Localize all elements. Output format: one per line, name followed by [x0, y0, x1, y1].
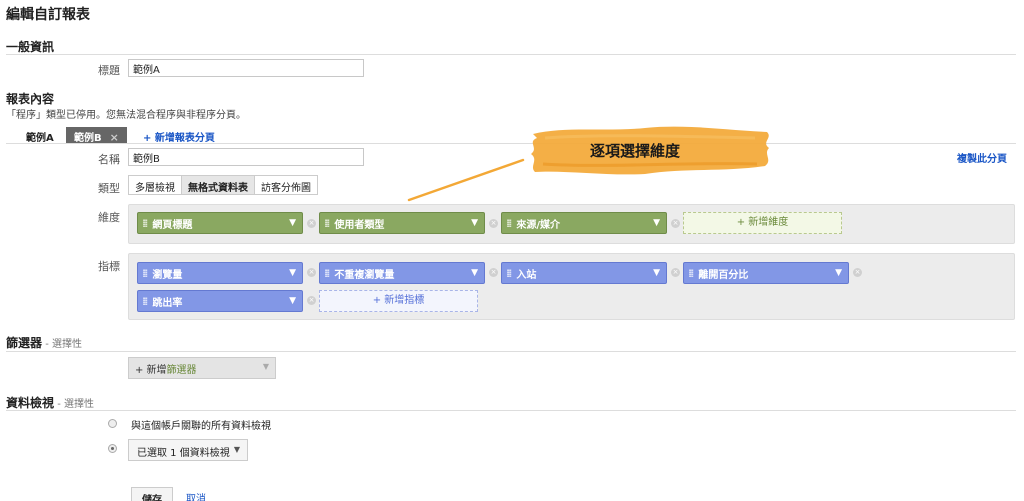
- type-label: 類型: [98, 182, 120, 195]
- metric-name: 瀏覽量: [152, 269, 183, 281]
- type-option-map[interactable]: 訪客分佈圖: [255, 176, 317, 194]
- name-input[interactable]: [128, 148, 364, 166]
- metric-name: 跳出率: [152, 297, 183, 309]
- caret-down-icon: ▼: [262, 362, 269, 371]
- views-heading: 資料檢視 - 選擇性: [6, 394, 94, 411]
- metric-name: 離開百分比: [698, 269, 749, 281]
- views-dropdown-value: 已選取 1 個資料檢視: [137, 448, 230, 459]
- caret-down-icon[interactable]: ▼: [289, 296, 296, 306]
- dimension-chip[interactable]: ⁞⁞ 網頁標題 ▼: [137, 212, 303, 234]
- divider: [6, 54, 1016, 55]
- save-button[interactable]: 儲存: [131, 487, 173, 501]
- all-views-label: 與這個帳戶關聯的所有資料檢視: [131, 421, 271, 432]
- grip-icon[interactable]: ⁞⁞: [506, 217, 513, 230]
- copy-tab-link[interactable]: 複製此分頁: [957, 150, 1007, 165]
- filters-heading: 篩選器 - 選擇性: [6, 334, 82, 351]
- callout-text: 逐項選擇維度: [589, 142, 680, 160]
- cancel-link[interactable]: 取消: [186, 490, 206, 501]
- caret-down-icon: ▼: [233, 445, 240, 454]
- content-heading: 報表內容: [6, 92, 55, 106]
- add-filter-prefix: + 新增: [135, 365, 167, 376]
- dimension-name: 來源/媒介: [516, 219, 561, 231]
- metric-chip[interactable]: ⁞⁞ 瀏覽量 ▼: [137, 262, 303, 284]
- type-option-drilldown[interactable]: 多層檢視: [129, 176, 182, 194]
- name-label: 名稱: [98, 153, 120, 166]
- metric-chip[interactable]: ⁞⁞ 跳出率 ▼: [137, 290, 303, 312]
- remove-icon[interactable]: ×: [671, 268, 680, 277]
- tab-example-b[interactable]: 範例B ×: [66, 127, 127, 144]
- type-selector: 多層檢視 無格式資料表 訪客分佈圖: [128, 175, 318, 195]
- radio-all-views[interactable]: [108, 419, 117, 428]
- add-filter-label: 篩選器: [166, 365, 197, 376]
- divider: [6, 410, 1016, 411]
- dimension-chip[interactable]: ⁞⁞ 使用者類型 ▼: [319, 212, 485, 234]
- remove-icon[interactable]: ×: [671, 219, 680, 228]
- add-tab-link[interactable]: + 新增報表分頁: [143, 129, 215, 144]
- grip-icon[interactable]: ⁞⁞: [688, 267, 695, 280]
- remove-icon[interactable]: ×: [307, 296, 316, 305]
- title-label: 標題: [98, 64, 120, 77]
- add-metric-button[interactable]: + 新增指標: [319, 290, 478, 312]
- dimension-name: 網頁標題: [152, 219, 193, 231]
- views-title: 資料檢視: [6, 396, 55, 410]
- radio-selected-views[interactable]: [108, 444, 117, 453]
- metrics-label: 指標: [98, 260, 120, 273]
- grip-icon[interactable]: ⁞⁞: [142, 267, 149, 280]
- caret-down-icon[interactable]: ▼: [289, 268, 296, 278]
- content-note: 「程序」類型已停用。您無法混合程序與非程序分頁。: [6, 110, 246, 121]
- grip-icon[interactable]: ⁞⁞: [142, 217, 149, 230]
- divider: [6, 143, 1016, 144]
- remove-icon[interactable]: ×: [853, 268, 862, 277]
- dimension-chip[interactable]: ⁞⁞ 來源/媒介 ▼: [501, 212, 667, 234]
- metric-name: 入站: [516, 269, 537, 281]
- remove-icon[interactable]: ×: [307, 268, 316, 277]
- divider: [6, 351, 1016, 352]
- add-dimension-button[interactable]: + 新增維度: [683, 212, 842, 234]
- grip-icon[interactable]: ⁞⁞: [324, 267, 331, 280]
- callout-pointer-line: [407, 158, 525, 202]
- remove-icon[interactable]: ×: [489, 268, 498, 277]
- page-title: 編輯自訂報表: [6, 7, 90, 23]
- grip-icon[interactable]: ⁞⁞: [324, 217, 331, 230]
- tab-example-a[interactable]: 範例A: [18, 127, 62, 144]
- caret-down-icon[interactable]: ▼: [471, 268, 478, 278]
- views-dropdown[interactable]: 已選取 1 個資料檢視 ▼: [128, 439, 248, 461]
- title-input[interactable]: [128, 59, 364, 77]
- remove-icon[interactable]: ×: [489, 219, 498, 228]
- filters-title: 篩選器: [6, 336, 43, 350]
- metric-chip[interactable]: ⁞⁞ 不重複瀏覽量 ▼: [319, 262, 485, 284]
- dimensions-label: 維度: [98, 211, 120, 224]
- caret-down-icon[interactable]: ▼: [653, 268, 660, 278]
- add-filter-button[interactable]: + 新增篩選器 ▼: [128, 357, 276, 379]
- dimension-name: 使用者類型: [334, 219, 385, 231]
- optional-tag: - 選擇性: [54, 399, 94, 410]
- caret-down-icon[interactable]: ▼: [289, 218, 296, 228]
- grip-icon[interactable]: ⁞⁞: [142, 295, 149, 308]
- metric-chip[interactable]: ⁞⁞ 離開百分比 ▼: [683, 262, 849, 284]
- grip-icon[interactable]: ⁞⁞: [506, 267, 513, 280]
- metric-name: 不重複瀏覽量: [334, 269, 395, 281]
- type-option-flat-table[interactable]: 無格式資料表: [182, 176, 255, 194]
- general-heading: 一般資訊: [6, 40, 55, 54]
- optional-tag: - 選擇性: [42, 339, 82, 350]
- caret-down-icon[interactable]: ▼: [653, 218, 660, 228]
- caret-down-icon[interactable]: ▼: [835, 268, 842, 278]
- caret-down-icon[interactable]: ▼: [471, 218, 478, 228]
- remove-icon[interactable]: ×: [307, 219, 316, 228]
- metric-chip[interactable]: ⁞⁞ 入站 ▼: [501, 262, 667, 284]
